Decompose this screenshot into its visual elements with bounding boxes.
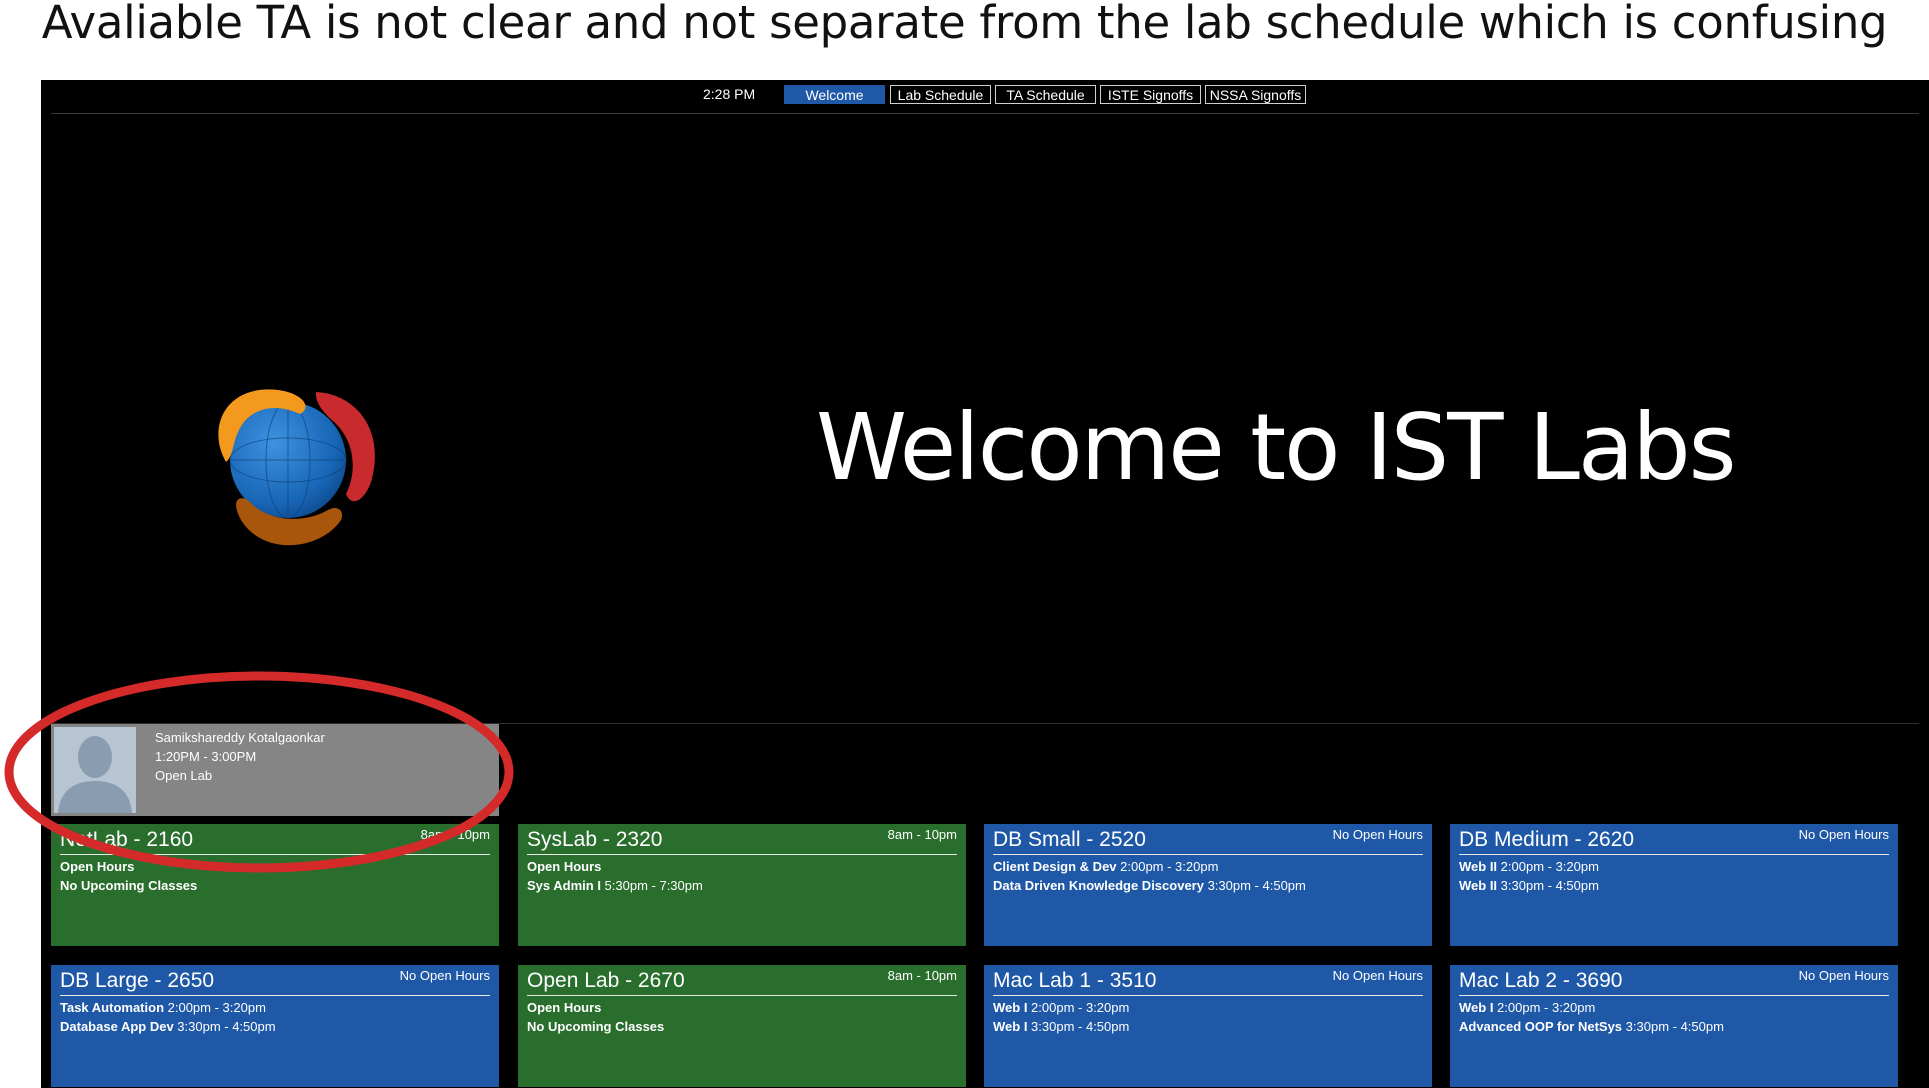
lab-card-open-lab[interactable]: Open Lab - 2670 8am - 10pm Open Hours No…: [518, 965, 966, 1087]
kiosk-screen: 2:28 PM Welcome Lab Schedule TA Schedule…: [41, 80, 1929, 1088]
lab-hours: 8am - 10pm: [887, 827, 957, 842]
welcome-title: Welcome to IST Labs: [816, 394, 1737, 501]
lab-card-netlab[interactable]: NetLab - 2160 8am - 10pm Open Hours No U…: [51, 824, 499, 946]
lab-card-syslab[interactable]: SysLab - 2320 8am - 10pm Open Hours Sys …: [518, 824, 966, 946]
lab-card-mac-lab-1[interactable]: Mac Lab 1 - 3510 No Open Hours Web I 2:0…: [984, 965, 1432, 1087]
welcome-hero: Welcome to IST Labs: [41, 114, 1929, 714]
lab-line: Web I 3:30pm - 4:50pm: [993, 1019, 1130, 1034]
lab-card-db-large[interactable]: DB Large - 2650 No Open Hours Task Autom…: [51, 965, 499, 1087]
lab-line: Web II 2:00pm - 3:20pm: [1459, 859, 1599, 874]
lab-line: Web I 2:00pm - 3:20pm: [1459, 1000, 1596, 1015]
ta-info: Samikshareddy Kotalgaonkar 1:20PM - 3:00…: [155, 728, 325, 785]
person-silhouette-icon: [54, 727, 136, 813]
tab-ta-schedule[interactable]: TA Schedule: [995, 85, 1096, 104]
lab-line: Web II 3:30pm - 4:50pm: [1459, 878, 1599, 893]
lab-line: Web I 2:00pm - 3:20pm: [993, 1000, 1130, 1015]
lab-hours: 8am - 10pm: [420, 827, 490, 842]
lab-hours: No Open Hours: [1332, 968, 1423, 983]
lab-card-db-medium[interactable]: DB Medium - 2620 No Open Hours Web II 2:…: [1450, 824, 1898, 946]
tab-lab-schedule[interactable]: Lab Schedule: [890, 85, 991, 104]
tab-iste-signoffs[interactable]: ISTE Signoffs: [1100, 85, 1201, 104]
lab-line: Advanced OOP for NetSys 3:30pm - 4:50pm: [1459, 1019, 1724, 1034]
nav-bar: 2:28 PM Welcome Lab Schedule TA Schedule…: [51, 80, 1919, 114]
lab-line: Database App Dev 3:30pm - 4:50pm: [60, 1019, 276, 1034]
lab-line: Open Hours: [527, 1000, 602, 1015]
lab-line: Sys Admin I 5:30pm - 7:30pm: [527, 878, 703, 893]
lab-hours: No Open Hours: [1798, 968, 1889, 983]
lab-line: No Upcoming Classes: [527, 1019, 665, 1034]
ta-time: 1:20PM - 3:00PM: [155, 749, 257, 764]
ta-name: Samikshareddy Kotalgaonkar: [155, 730, 325, 745]
lab-line: No Upcoming Classes: [60, 878, 198, 893]
ta-location: Open Lab: [155, 768, 213, 783]
lab-line: Open Hours: [60, 859, 135, 874]
lab-hours: No Open Hours: [1798, 827, 1889, 842]
annotation-caption: Avaliable TA is not clear and not separa…: [41, 0, 1888, 49]
globe-swirl-logo-icon: [218, 389, 375, 546]
lab-line: Task Automation 2:00pm - 3:20pm: [60, 1000, 266, 1015]
lab-hours: No Open Hours: [399, 968, 490, 983]
lab-line: Client Design & Dev 2:00pm - 3:20pm: [993, 859, 1219, 874]
lab-card-mac-lab-2[interactable]: Mac Lab 2 - 3690 No Open Hours Web I 2:0…: [1450, 965, 1898, 1087]
lab-card-db-small[interactable]: DB Small - 2520 No Open Hours Client Des…: [984, 824, 1432, 946]
lab-line: Data Driven Knowledge Discovery 3:30pm -…: [993, 878, 1306, 893]
available-ta-card[interactable]: Samikshareddy Kotalgaonkar 1:20PM - 3:00…: [51, 724, 499, 816]
clock: 2:28 PM: [703, 86, 756, 102]
lab-hours: 8am - 10pm: [887, 968, 957, 983]
lab-line: Open Hours: [527, 859, 602, 874]
lab-hours: No Open Hours: [1332, 827, 1423, 842]
tab-welcome[interactable]: Welcome: [784, 85, 885, 104]
tab-nssa-signoffs[interactable]: NSSA Signoffs: [1205, 85, 1306, 104]
